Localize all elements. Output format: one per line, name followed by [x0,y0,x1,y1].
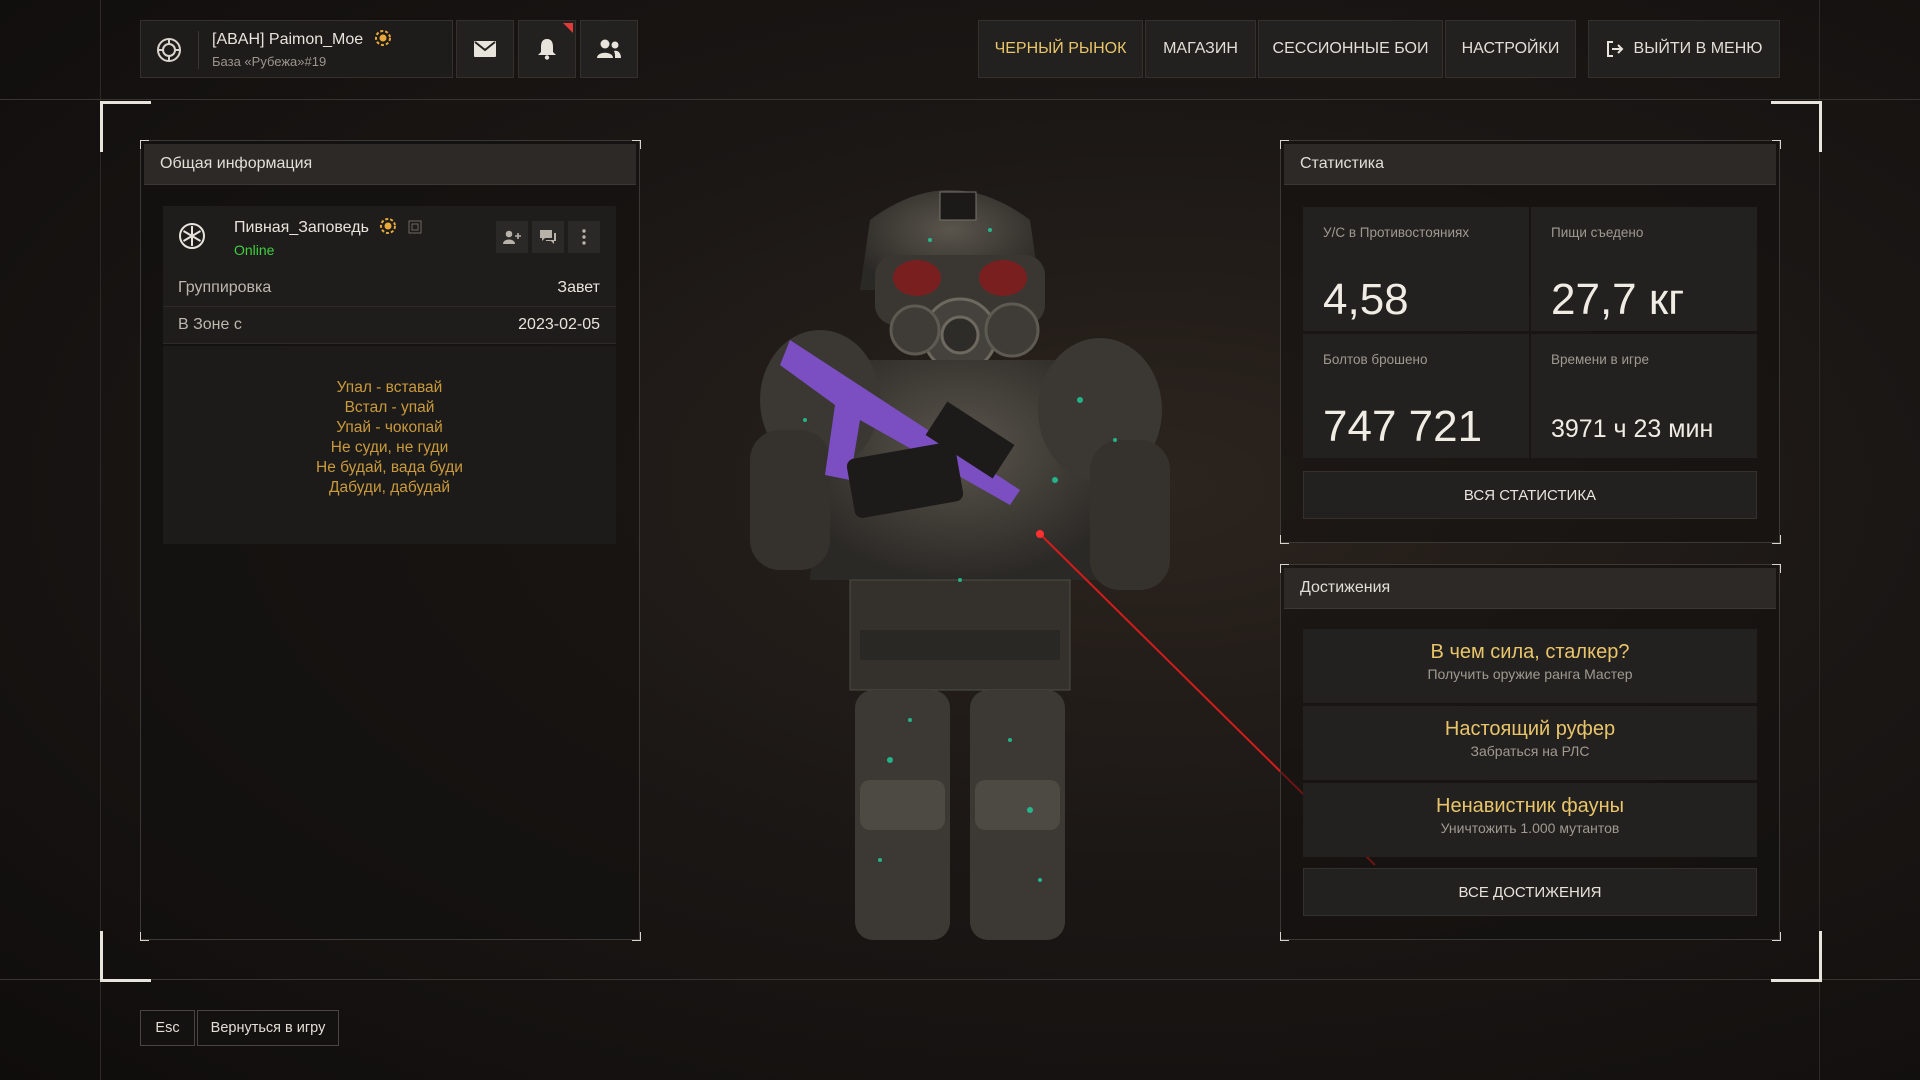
motto-line: Упал - вставай [336,379,443,396]
add-friend-icon [503,230,521,244]
stat-value: 27,7 кг [1551,275,1685,324]
achievement-item[interactable]: В чем сила, сталкер? Получить оружие ран… [1303,629,1757,703]
player-card: Пивная_Заповедь Online [163,206,616,270]
achievement-title: Ненавистник фауны [1436,795,1624,817]
add-friend-button[interactable] [496,221,528,253]
info-row-value: 2023-02-05 [518,316,600,333]
panel-corner [1280,140,1289,149]
achievement-desc: Получить оружие ранга Мастер [1427,666,1633,682]
faction-emblem-icon [155,36,183,64]
return-to-game-button[interactable]: Вернуться в игру [197,1010,339,1046]
info-row-value: Завет [557,279,600,296]
exit-to-menu-button[interactable]: ВЫЙТИ В МЕНЮ [1588,20,1780,78]
bell-icon [537,38,557,60]
info-row-zone-since: В Зоне с 2023-02-05 [163,307,616,344]
user-name: [ABAH] Paimon_Moe [212,31,364,48]
stat-kd-ratio: У/С в Противостояниях 4,58 [1303,207,1529,331]
exit-icon [1606,40,1624,58]
stat-value: 4,58 [1323,275,1409,324]
friends-button[interactable] [580,20,638,78]
mail-button[interactable] [456,20,514,78]
nav-settings[interactable]: НАСТРОЙКИ [1445,20,1576,78]
motto-line: Дабуди, дабудай [329,479,450,496]
notification-indicator-icon [563,23,573,33]
info-row-key: В Зоне с [178,316,242,333]
panel-corner [632,932,641,941]
player-name-line: Пивная_Заповедь [234,217,422,237]
nav-black-market[interactable]: ЧЕРНЫЙ РЫНОК [978,20,1143,78]
panel-corner [1280,564,1289,573]
stat-value: 747 721 [1323,402,1483,451]
motto-line: Не будай, вада буди [316,459,463,476]
achievement-title: Настоящий руфер [1444,718,1616,740]
more-vertical-icon [582,229,586,245]
left-frame-line [100,0,101,1080]
player-name: Пивная_Заповедь [234,219,369,236]
statistics-header: Статистика [1284,144,1776,185]
stat-label: У/С в Противостояниях [1323,225,1470,240]
stat-label: Болтов брошено [1323,352,1428,367]
achievement-item[interactable]: Ненавистник фауны Уничтожить 1.000 мутан… [1303,783,1757,857]
motto-line: Не суди, не гуди [330,439,449,456]
stat-time-played: Времени в игре 3971 ч 23 мин [1531,334,1757,458]
top-divider [0,99,1920,100]
stat-food-eaten: Пищи съедено 27,7 кг [1531,207,1757,331]
gold-badge-icon [379,217,397,235]
nav-shop[interactable]: МАГАЗИН [1145,20,1256,78]
esc-key-hint[interactable]: Esc [140,1010,195,1046]
copy-icon[interactable] [408,220,422,234]
user-box-separator [198,31,199,69]
nav-session-battles[interactable]: СЕССИОННЫЕ БОИ [1258,20,1443,78]
panel-corner [632,140,641,149]
all-statistics-button[interactable]: ВСЯ СТАТИСТИКА [1303,471,1757,519]
notifications-button[interactable] [518,20,576,78]
panel-corner [1772,564,1781,573]
chat-icon [539,229,557,245]
snowflake-faction-icon [178,222,206,250]
achievements-header: Достижения [1284,568,1776,609]
panel-corner [140,140,149,149]
panel-corner [1280,535,1289,544]
user-name-line: [ABAH] Paimon_Moe [212,29,392,49]
panel-corner [1772,932,1781,941]
achievement-desc: Забраться на РЛС [1470,743,1590,759]
mail-icon [474,41,496,57]
panel-corner [140,932,149,941]
friends-icon [596,39,622,59]
info-row-faction: Группировка Завет [163,270,616,307]
panel-corner [1772,535,1781,544]
statistics-title: Статистика [1300,155,1385,172]
stat-label: Пищи съедено [1551,225,1644,240]
panel-corner [1772,140,1781,149]
achievements-title: Достижения [1300,579,1391,596]
motto-line: Упай - чокопай [336,419,443,436]
stat-label: Времени в игре [1551,352,1649,367]
gold-badge-icon [374,29,392,47]
general-info-header: Общая информация [144,144,636,185]
info-row-key: Группировка [178,279,272,296]
right-frame-line [1819,0,1820,1080]
exit-label: ВЫЙТИ В МЕНЮ [1633,40,1763,57]
motto-line: Встал - упай [344,399,435,416]
achievement-item[interactable]: Настоящий руфер Забраться на РЛС [1303,706,1757,780]
user-profile-box[interactable]: [ABAH] Paimon_Moe База «Рубежа»#19 [140,20,453,78]
more-options-button[interactable] [568,221,600,253]
player-status: Online [234,242,275,258]
general-info-title: Общая информация [160,155,313,172]
all-achievements-button[interactable]: ВСЕ ДОСТИЖЕНИЯ [1303,868,1757,916]
panel-corner [1280,932,1289,941]
stat-value: 3971 ч 23 мин [1551,415,1714,443]
message-button[interactable] [532,221,564,253]
user-base: База «Рубежа»#19 [212,54,327,69]
achievement-desc: Уничтожить 1.000 мутантов [1440,820,1620,836]
achievement-title: В чем сила, сталкер? [1430,641,1630,663]
player-motto: Упал - вставай Встал - упай Упай - чокоп… [163,346,616,544]
stat-bolts-thrown: Болтов брошено 747 721 [1303,334,1529,458]
